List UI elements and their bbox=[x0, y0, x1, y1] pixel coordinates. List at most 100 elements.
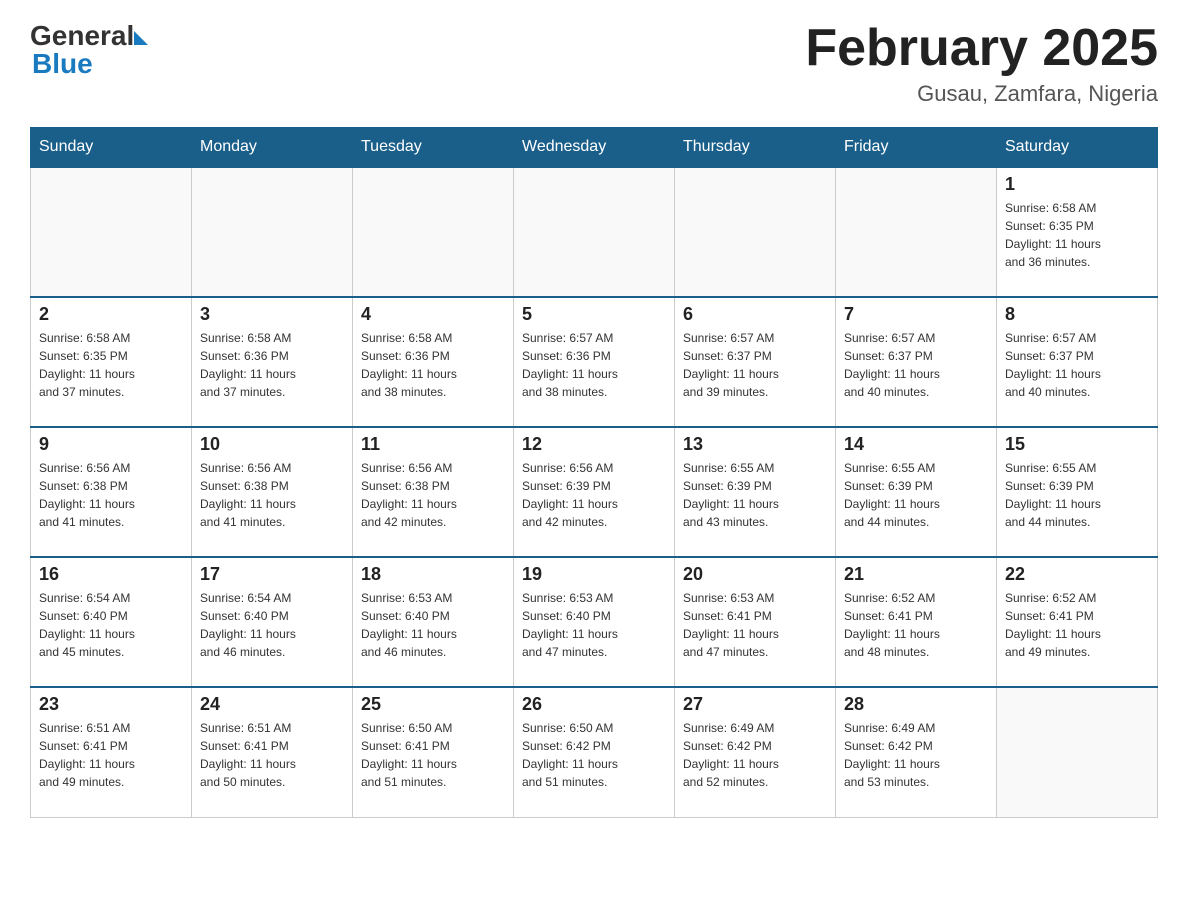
calendar-cell: 8 Sunrise: 6:57 AM Sunset: 6:37 PM Daylig… bbox=[997, 297, 1158, 427]
calendar-cell: 12 Sunrise: 6:56 AM Sunset: 6:39 PM Dayli… bbox=[514, 427, 675, 557]
day-number: 23 bbox=[39, 694, 183, 715]
day-number: 22 bbox=[1005, 564, 1149, 585]
calendar-cell: 6 Sunrise: 6:57 AM Sunset: 6:37 PM Daylig… bbox=[675, 297, 836, 427]
day-info: Sunrise: 6:56 AM Sunset: 6:38 PM Dayligh… bbox=[39, 459, 183, 531]
calendar-cell: 14 Sunrise: 6:55 AM Sunset: 6:39 PM Dayli… bbox=[836, 427, 997, 557]
calendar-cell: 24 Sunrise: 6:51 AM Sunset: 6:41 PM Dayli… bbox=[192, 687, 353, 817]
day-info: Sunrise: 6:53 AM Sunset: 6:40 PM Dayligh… bbox=[361, 589, 505, 661]
calendar-week-row: 2Sunrise: 6:58 AM Sunset: 6:35 PM Daylig… bbox=[31, 297, 1158, 427]
day-number: 21 bbox=[844, 564, 988, 585]
day-number: 28 bbox=[844, 694, 988, 715]
calendar-cell: 11 Sunrise: 6:56 AM Sunset: 6:38 PM Dayli… bbox=[353, 427, 514, 557]
calendar-cell bbox=[675, 167, 836, 297]
calendar-cell: 21 Sunrise: 6:52 AM Sunset: 6:41 PM Dayli… bbox=[836, 557, 997, 687]
day-info: Sunrise: 6:53 AM Sunset: 6:40 PM Dayligh… bbox=[522, 589, 666, 661]
day-info: Sunrise: 6:56 AM Sunset: 6:38 PM Dayligh… bbox=[361, 459, 505, 531]
title-area: February 2025 Gusau, Zamfara, Nigeria bbox=[805, 20, 1158, 107]
calendar-cell: 23 Sunrise: 6:51 AM Sunset: 6:41 PM Dayli… bbox=[31, 687, 192, 817]
calendar-week-row: 16 Sunrise: 6:54 AM Sunset: 6:40 PM Dayli… bbox=[31, 557, 1158, 687]
day-info: Sunrise: 6:51 AM Sunset: 6:41 PM Dayligh… bbox=[39, 719, 183, 791]
day-number: 16 bbox=[39, 564, 183, 585]
day-number: 26 bbox=[522, 694, 666, 715]
calendar-cell: 2Sunrise: 6:58 AM Sunset: 6:35 PM Daylig… bbox=[31, 297, 192, 427]
day-info: Sunrise: 6:50 AM Sunset: 6:42 PM Dayligh… bbox=[522, 719, 666, 791]
calendar-cell bbox=[353, 167, 514, 297]
location-subtitle: Gusau, Zamfara, Nigeria bbox=[805, 81, 1158, 107]
day-info: Sunrise: 6:52 AM Sunset: 6:41 PM Dayligh… bbox=[1005, 589, 1149, 661]
calendar-cell: 16Sunrise: 6:54 AM Sunset: 6:40 PM Dayli… bbox=[31, 557, 192, 687]
day-info: Sunrise: 6:55 AM Sunset: 6:39 PM Dayligh… bbox=[1005, 459, 1149, 531]
calendar-table: SundayMondayTuesdayWednesdayThursdayFrid… bbox=[30, 127, 1158, 818]
page-header: General Blue February 2025 Gusau, Zamfar… bbox=[30, 20, 1158, 107]
calendar-cell bbox=[836, 167, 997, 297]
calendar-cell: 5Sunrise: 6:57 AM Sunset: 6:36 PM Daylig… bbox=[514, 297, 675, 427]
calendar-cell: 18 Sunrise: 6:53 AM Sunset: 6:40 PM Dayli… bbox=[353, 557, 514, 687]
day-number: 7 bbox=[844, 304, 988, 325]
day-number: 1 bbox=[1005, 174, 1149, 195]
day-number: 19 bbox=[522, 564, 666, 585]
month-title: February 2025 bbox=[805, 20, 1158, 77]
calendar-week-row: 1Sunrise: 6:58 AM Sunset: 6:35 PM Daylig… bbox=[31, 167, 1158, 297]
calendar-cell bbox=[997, 687, 1158, 817]
day-number: 8 bbox=[1005, 304, 1149, 325]
day-info: Sunrise: 6:57 AM Sunset: 6:37 PM Dayligh… bbox=[683, 329, 827, 401]
calendar-cell bbox=[31, 167, 192, 297]
day-info: Sunrise: 6:55 AM Sunset: 6:39 PM Dayligh… bbox=[683, 459, 827, 531]
day-info: Sunrise: 6:52 AM Sunset: 6:41 PM Dayligh… bbox=[844, 589, 988, 661]
column-header-sunday: Sunday bbox=[31, 128, 192, 168]
calendar-cell: 9 Sunrise: 6:56 AM Sunset: 6:38 PM Daylig… bbox=[31, 427, 192, 557]
calendar-cell: 13 Sunrise: 6:55 AM Sunset: 6:39 PM Dayli… bbox=[675, 427, 836, 557]
day-info: Sunrise: 6:49 AM Sunset: 6:42 PM Dayligh… bbox=[844, 719, 988, 791]
day-number: 6 bbox=[683, 304, 827, 325]
column-header-monday: Monday bbox=[192, 128, 353, 168]
day-info: Sunrise: 6:54 AM Sunset: 6:40 PM Dayligh… bbox=[200, 589, 344, 661]
logo: General Blue bbox=[30, 20, 148, 80]
calendar-cell: 10Sunrise: 6:56 AM Sunset: 6:38 PM Dayli… bbox=[192, 427, 353, 557]
column-header-wednesday: Wednesday bbox=[514, 128, 675, 168]
day-info: Sunrise: 6:53 AM Sunset: 6:41 PM Dayligh… bbox=[683, 589, 827, 661]
calendar-cell: 28 Sunrise: 6:49 AM Sunset: 6:42 PM Dayli… bbox=[836, 687, 997, 817]
calendar-cell: 3 Sunrise: 6:58 AM Sunset: 6:36 PM Daylig… bbox=[192, 297, 353, 427]
day-number: 12 bbox=[522, 434, 666, 455]
day-info: Sunrise: 6:55 AM Sunset: 6:39 PM Dayligh… bbox=[844, 459, 988, 531]
day-info: Sunrise: 6:56 AM Sunset: 6:39 PM Dayligh… bbox=[522, 459, 666, 531]
day-number: 20 bbox=[683, 564, 827, 585]
column-header-thursday: Thursday bbox=[675, 128, 836, 168]
calendar-cell: 25 Sunrise: 6:50 AM Sunset: 6:41 PM Dayli… bbox=[353, 687, 514, 817]
day-number: 11 bbox=[361, 434, 505, 455]
calendar-cell bbox=[514, 167, 675, 297]
column-header-friday: Friday bbox=[836, 128, 997, 168]
day-number: 18 bbox=[361, 564, 505, 585]
day-info: Sunrise: 6:58 AM Sunset: 6:36 PM Dayligh… bbox=[200, 329, 344, 401]
calendar-cell: 17Sunrise: 6:54 AM Sunset: 6:40 PM Dayli… bbox=[192, 557, 353, 687]
day-info: Sunrise: 6:57 AM Sunset: 6:37 PM Dayligh… bbox=[844, 329, 988, 401]
day-info: Sunrise: 6:58 AM Sunset: 6:35 PM Dayligh… bbox=[39, 329, 183, 401]
day-number: 9 bbox=[39, 434, 183, 455]
day-info: Sunrise: 6:50 AM Sunset: 6:41 PM Dayligh… bbox=[361, 719, 505, 791]
logo-triangle-icon bbox=[134, 31, 148, 45]
day-number: 13 bbox=[683, 434, 827, 455]
calendar-cell: 7 Sunrise: 6:57 AM Sunset: 6:37 PM Daylig… bbox=[836, 297, 997, 427]
day-info: Sunrise: 6:51 AM Sunset: 6:41 PM Dayligh… bbox=[200, 719, 344, 791]
day-info: Sunrise: 6:49 AM Sunset: 6:42 PM Dayligh… bbox=[683, 719, 827, 791]
day-number: 27 bbox=[683, 694, 827, 715]
column-header-tuesday: Tuesday bbox=[353, 128, 514, 168]
calendar-cell: 20 Sunrise: 6:53 AM Sunset: 6:41 PM Dayli… bbox=[675, 557, 836, 687]
day-number: 15 bbox=[1005, 434, 1149, 455]
day-number: 14 bbox=[844, 434, 988, 455]
day-info: Sunrise: 6:57 AM Sunset: 6:37 PM Dayligh… bbox=[1005, 329, 1149, 401]
day-number: 10 bbox=[200, 434, 344, 455]
day-info: Sunrise: 6:57 AM Sunset: 6:36 PM Dayligh… bbox=[522, 329, 666, 401]
calendar-cell bbox=[192, 167, 353, 297]
day-number: 24 bbox=[200, 694, 344, 715]
day-number: 4 bbox=[361, 304, 505, 325]
calendar-cell: 26 Sunrise: 6:50 AM Sunset: 6:42 PM Dayli… bbox=[514, 687, 675, 817]
day-number: 25 bbox=[361, 694, 505, 715]
calendar-cell: 22 Sunrise: 6:52 AM Sunset: 6:41 PM Dayli… bbox=[997, 557, 1158, 687]
calendar-cell: 27 Sunrise: 6:49 AM Sunset: 6:42 PM Dayli… bbox=[675, 687, 836, 817]
logo-blue-text: Blue bbox=[30, 48, 148, 80]
calendar-cell: 4Sunrise: 6:58 AM Sunset: 6:36 PM Daylig… bbox=[353, 297, 514, 427]
calendar-cell: 1Sunrise: 6:58 AM Sunset: 6:35 PM Daylig… bbox=[997, 167, 1158, 297]
day-number: 3 bbox=[200, 304, 344, 325]
calendar-cell: 15 Sunrise: 6:55 AM Sunset: 6:39 PM Dayli… bbox=[997, 427, 1158, 557]
